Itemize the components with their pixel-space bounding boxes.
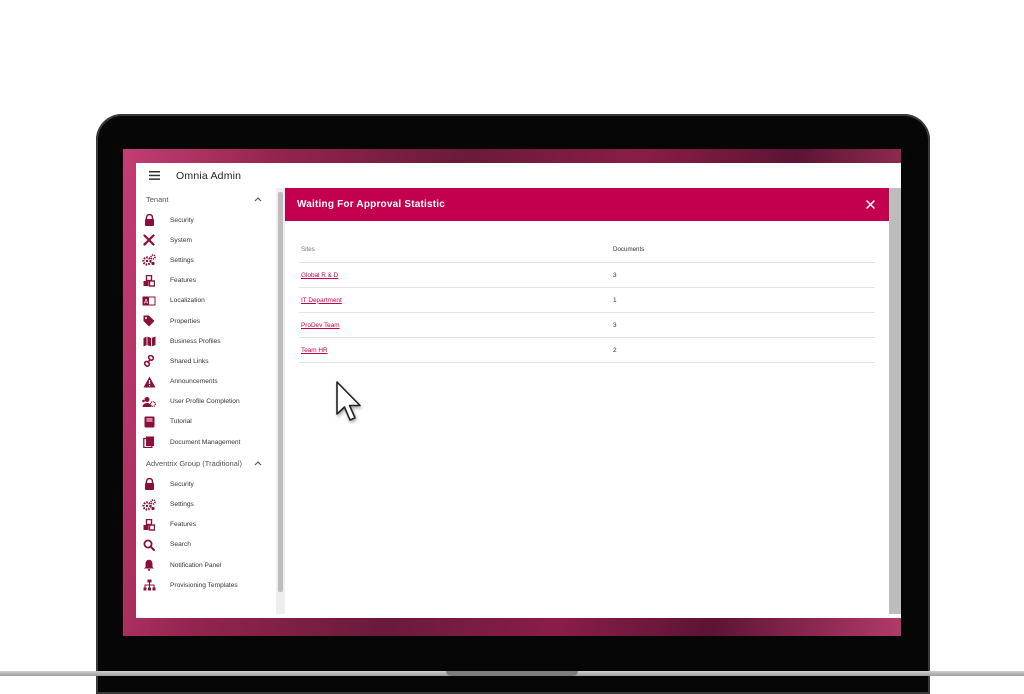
sidebar-group-adventrix[interactable]: Adventrix Group (Traditional) — [136, 452, 276, 474]
sidebar-group-label: Adventrix Group (Traditional) — [146, 458, 243, 468]
sidebar-scrollbar-thumb[interactable] — [278, 192, 283, 592]
table-row: ProDev Team 3 — [299, 313, 875, 338]
cogs-icon — [142, 253, 156, 267]
app-header: Omnia Admin — [136, 163, 901, 188]
sidebar-item-label: User Profile Completion — [170, 398, 240, 406]
site-link[interactable]: IT Department — [301, 297, 342, 304]
sidebar-item-label: Localization — [170, 297, 205, 305]
sidebar-item-security[interactable]: Security — [136, 474, 276, 494]
sidebar-item-properties[interactable]: Properties — [136, 311, 276, 331]
table-row: Global R & D 3 — [299, 263, 875, 288]
sidebar-item-provisioning-templates[interactable]: Provisioning Templates — [136, 575, 276, 595]
lock-icon — [142, 213, 156, 227]
sidebar-item-shared-links[interactable]: Shared Links — [136, 351, 276, 371]
tools-icon — [142, 233, 156, 247]
sidebar-item-label: Features — [170, 521, 197, 529]
map-icon — [142, 334, 156, 348]
sidebar-item-label: Document Management — [170, 438, 241, 446]
sidebar-item-label: Security — [170, 480, 194, 488]
document-count: 2 — [613, 346, 617, 354]
app-title: Omnia Admin — [176, 169, 242, 182]
sidebar-item-label: Settings — [170, 256, 194, 264]
tag-icon — [142, 314, 156, 328]
window-bottom-edge — [136, 614, 901, 618]
document-count: 3 — [613, 271, 617, 279]
book-icon — [142, 415, 156, 429]
mouse-cursor-icon — [336, 381, 361, 421]
cubes-icon — [142, 274, 156, 288]
screen: Omnia Admin Tenant Security System Setti… — [123, 149, 901, 636]
table-header: Sites Documents — [299, 236, 875, 263]
search-icon — [142, 538, 156, 552]
column-header-documents: Documents — [613, 245, 645, 253]
users-cog-icon — [142, 395, 156, 409]
sidebar-item-label: Features — [170, 277, 197, 285]
hamburger-menu-icon[interactable] — [146, 168, 162, 184]
link-icon — [142, 354, 156, 368]
bell-icon — [142, 558, 156, 572]
sidebar-item-tutorial[interactable]: Tutorial — [136, 412, 276, 432]
document-count: 1 — [613, 296, 617, 304]
approval-statistic-panel: Waiting For Approval Statistic Sites Doc… — [285, 188, 889, 614]
lock-icon — [142, 477, 156, 491]
sidebar-item-features[interactable]: Features — [136, 271, 276, 291]
panel-header: Waiting For Approval Statistic — [285, 188, 889, 221]
sidebar-item-label: Notification Panel — [170, 561, 222, 569]
sidebar-item-notification-panel[interactable]: Notification Panel — [136, 555, 276, 575]
warning-icon — [142, 375, 156, 389]
sidebar-item-label: Provisioning Templates — [170, 581, 238, 589]
sidebar-item-label: Settings — [170, 501, 194, 509]
close-icon[interactable] — [865, 200, 875, 210]
sidebar-item-system[interactable]: System — [136, 230, 276, 250]
sidebar-item-label: Search — [170, 541, 191, 549]
sidebar-item-announcements[interactable]: Announcements — [136, 372, 276, 392]
column-header-sites: Sites — [301, 245, 315, 253]
sidebar-item-localization[interactable]: A Localization — [136, 291, 276, 311]
panel-title: Waiting For Approval Statistic — [297, 199, 446, 210]
sidebar-scrollbar[interactable] — [276, 188, 285, 614]
chevron-up-icon[interactable] — [254, 195, 262, 203]
panel-scrollbar[interactable] — [889, 188, 901, 614]
cubes-icon — [142, 518, 156, 532]
cogs-icon — [142, 498, 156, 512]
laptop-notch — [446, 671, 578, 676]
table-row: IT Department 1 — [299, 288, 875, 313]
sidebar-item-search[interactable]: Search — [136, 535, 276, 555]
documents-icon — [142, 435, 156, 449]
sidebar-item-label: System — [170, 236, 192, 244]
document-count: 3 — [613, 321, 617, 329]
table-row: Team HR 2 — [299, 338, 875, 363]
sidebar-item-document-management[interactable]: Document Management — [136, 432, 276, 452]
sidebar-item-security[interactable]: Security — [136, 210, 276, 230]
site-link[interactable]: Team HR — [301, 347, 328, 354]
sidebar-item-settings[interactable]: Settings — [136, 494, 276, 514]
language-icon: A — [142, 294, 156, 308]
sidebar-group-label: Tenant — [146, 194, 169, 204]
sidebar-item-label: Announcements — [170, 378, 218, 386]
sidebar-item-label: Security — [170, 216, 194, 224]
sidebar-item-label: Shared Links — [170, 357, 209, 365]
site-link[interactable]: Global R & D — [301, 272, 338, 279]
sidebar-item-user-profile-completion[interactable]: User Profile Completion — [136, 392, 276, 412]
approval-table: Sites Documents Global R & D 3 IT Depart… — [299, 236, 875, 363]
site-link[interactable]: ProDev Team — [301, 322, 340, 329]
sidebar-item-features[interactable]: Features — [136, 515, 276, 535]
chevron-up-icon[interactable] — [254, 459, 262, 467]
sidebar: Tenant Security System Settings Features… — [136, 188, 276, 614]
sidebar-item-label: Business Profiles — [170, 337, 221, 345]
sidebar-group-tenant[interactable]: Tenant — [136, 188, 276, 210]
sidebar-item-label: Properties — [170, 317, 201, 325]
sidebar-item-label: Tutorial — [170, 418, 192, 426]
sidebar-item-settings[interactable]: Settings — [136, 250, 276, 270]
sitemap-icon — [142, 578, 156, 592]
sidebar-item-business-profiles[interactable]: Business Profiles — [136, 331, 276, 351]
